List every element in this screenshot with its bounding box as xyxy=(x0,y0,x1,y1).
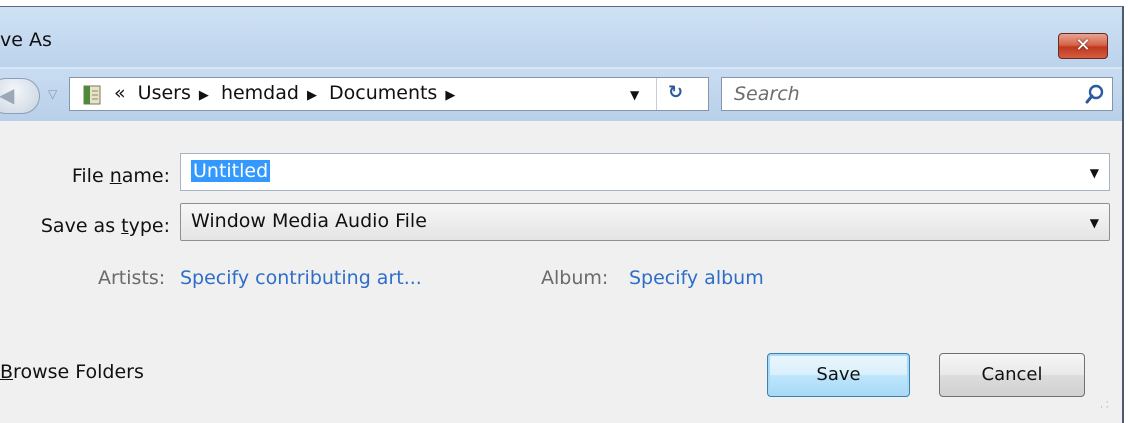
search-icon[interactable] xyxy=(1084,83,1106,105)
history-dropdown-button[interactable]: ▽ xyxy=(48,87,57,101)
save-type-label-text-end: ype: xyxy=(128,215,170,237)
cancel-button[interactable]: Cancel xyxy=(939,353,1085,397)
file-name-label-text: File xyxy=(71,165,110,187)
address-bar[interactable]: « Users ▶ hemdad ▶ Documents ▶ ▼ ↻ xyxy=(69,77,709,111)
file-name-label-text-end: ame: xyxy=(121,165,170,187)
file-name-dropdown-button[interactable]: ▼ xyxy=(1090,166,1099,180)
save-button[interactable]: Save xyxy=(767,353,910,397)
search-input[interactable]: Search xyxy=(734,83,800,105)
divider xyxy=(656,78,657,110)
save-type-select[interactable]: Window Media Audio File ▼ xyxy=(180,203,1110,241)
file-name-value-wrap: Untitled xyxy=(191,160,271,182)
breadcrumb-item-hemdad[interactable]: hemdad xyxy=(221,82,299,104)
breadcrumb-overflow[interactable]: « xyxy=(114,82,126,104)
breadcrumb-separator-icon[interactable]: ▶ xyxy=(445,88,455,103)
album-field[interactable]: Specify album xyxy=(629,267,764,289)
breadcrumb-item-documents[interactable]: Documents xyxy=(329,82,437,104)
artists-label: Artists: xyxy=(98,267,166,289)
file-name-label-mnemonic: n xyxy=(109,165,122,187)
save-type-label-text: Save as xyxy=(40,215,122,237)
file-name-label: File name: xyxy=(60,165,170,187)
file-name-input[interactable]: Untitled xyxy=(191,160,271,182)
breadcrumb-item-users[interactable]: Users xyxy=(138,82,191,104)
back-arrow-icon: ◀ xyxy=(0,83,15,107)
save-as-dialog: ve As ✕ ◀ ▽ « Users ▶ hemdad ▶ Documents ▶ xyxy=(0,6,1124,423)
navigation-bar: ◀ ▽ « Users ▶ hemdad ▶ Documents ▶ ▼ ↻ Sear… xyxy=(0,69,1122,121)
close-icon: ✕ xyxy=(1075,35,1091,56)
address-dropdown-button[interactable]: ▼ xyxy=(630,88,639,102)
folder-icon xyxy=(83,85,101,105)
search-box[interactable]: Search xyxy=(721,77,1113,111)
browse-folders-label: rowse Folders xyxy=(13,361,144,383)
browse-folders-toggle[interactable]: Browse Folders xyxy=(0,361,144,383)
artists-field[interactable]: Specify contributing art... xyxy=(180,267,422,289)
breadcrumb-separator-icon[interactable]: ▶ xyxy=(199,88,209,103)
breadcrumb: « Users ▶ hemdad ▶ Documents ▶ xyxy=(114,82,461,104)
title-bar[interactable]: ve As ✕ xyxy=(0,7,1122,67)
save-type-label-mnemonic: t xyxy=(121,215,129,237)
save-type-dropdown-button[interactable]: ▼ xyxy=(1090,216,1099,230)
album-label: Album: xyxy=(541,267,609,289)
back-button[interactable]: ◀ xyxy=(0,78,40,114)
save-type-label: Save as type: xyxy=(20,215,170,237)
browse-folders-mnemonic: B xyxy=(0,361,14,383)
resize-grip-icon[interactable]: · · · xyxy=(1100,399,1109,413)
dialog-body: File name: Untitled ▼ Save as type: Wind… xyxy=(0,121,1122,423)
save-type-value: Window Media Audio File xyxy=(191,210,427,232)
refresh-icon[interactable]: ↻ xyxy=(668,82,683,103)
breadcrumb-separator-icon[interactable]: ▶ xyxy=(307,88,317,103)
window-title: ve As xyxy=(0,29,52,51)
file-name-field[interactable]: Untitled ▼ xyxy=(180,153,1110,191)
close-button[interactable]: ✕ xyxy=(1058,33,1108,59)
